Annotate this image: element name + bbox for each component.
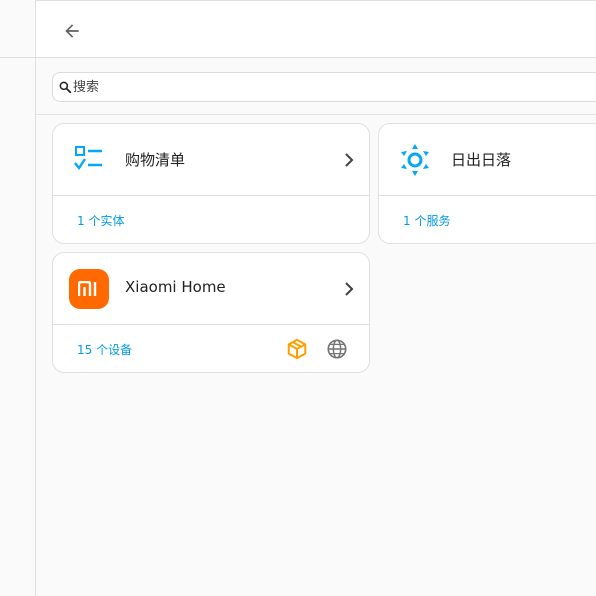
checklist-icon <box>69 140 109 180</box>
card-title: Xiaomi Home <box>125 278 226 296</box>
services-link[interactable]: 1 个服务 <box>403 212 450 229</box>
search-input[interactable] <box>73 74 553 100</box>
card-title: 购物清单 <box>125 151 186 169</box>
card-header[interactable]: 日出日落 <box>379 124 596 196</box>
integration-card-xiaomi-home[interactable]: Xiaomi Home 15 个设备 <box>52 252 370 373</box>
xiaomi-logo-icon <box>69 269 109 309</box>
custom-integration-icon[interactable] <box>286 338 308 360</box>
search-divider <box>36 114 596 115</box>
chevron-right-icon[interactable] <box>341 150 357 170</box>
devices-link[interactable]: 15 个设备 <box>77 341 132 358</box>
sidebar <box>0 0 36 596</box>
cloud-globe-icon[interactable] <box>326 338 348 360</box>
card-title: 日出日落 <box>451 151 512 169</box>
integration-card-sun[interactable]: 日出日落 1 个服务 <box>378 123 596 244</box>
entities-link[interactable]: 1 个实体 <box>77 212 124 229</box>
arrow-left-icon <box>65 24 79 38</box>
card-header[interactable]: Xiaomi Home <box>53 253 369 325</box>
search-bar[interactable] <box>52 72 596 102</box>
sun-icon <box>395 140 435 180</box>
back-button[interactable] <box>58 17 86 45</box>
integration-card-shopping-list[interactable]: 购物清单 1 个实体 <box>52 123 370 244</box>
search-icon <box>58 80 72 94</box>
card-header[interactable]: 购物清单 <box>53 124 369 196</box>
chevron-right-icon[interactable] <box>341 279 357 299</box>
sidebar-header <box>0 0 35 58</box>
top-app-bar <box>36 0 596 58</box>
